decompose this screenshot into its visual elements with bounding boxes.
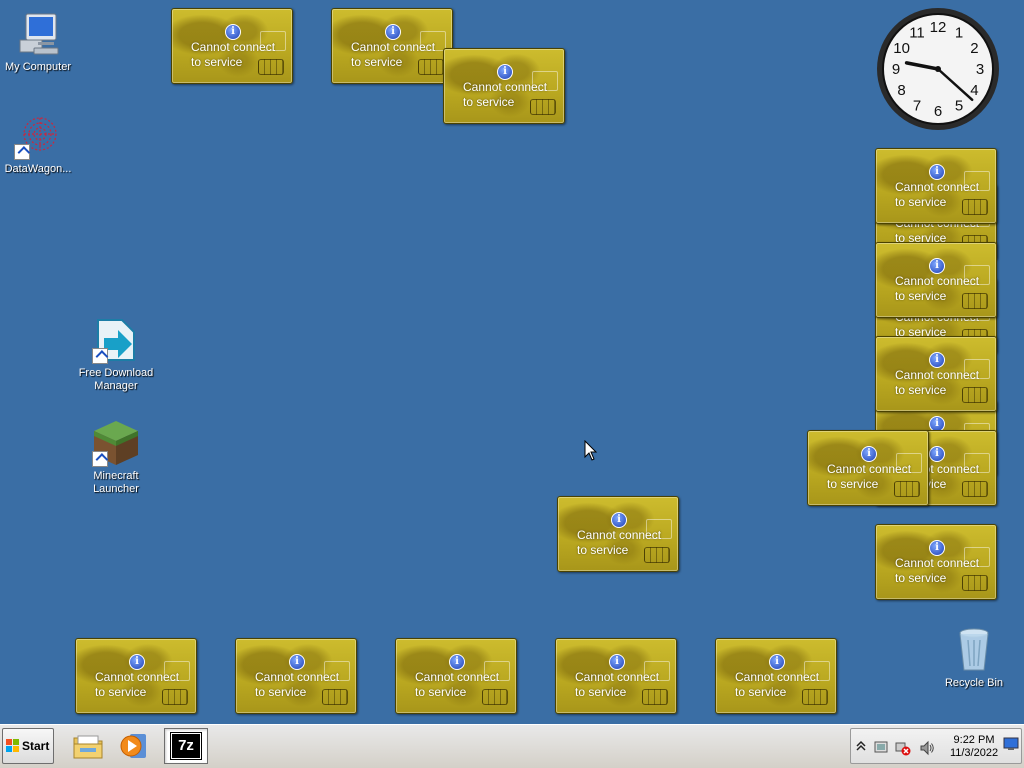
gadget-error-message: Cannot connectto service: [827, 462, 912, 491]
shortcut-arrow-icon: [14, 144, 30, 160]
gadget-tile[interactable]: i Cannot connectto service: [875, 336, 997, 412]
gadget-error-message: Cannot connectto service: [575, 670, 660, 699]
free-download-manager-desktop-icon[interactable]: Free Download Manager: [74, 316, 158, 393]
clock-numeral: 7: [913, 97, 921, 114]
windows-logo-icon: [6, 739, 20, 753]
network-disconnected-icon[interactable]: [895, 740, 911, 756]
taskbar-7zip-button[interactable]: 7z: [164, 728, 208, 764]
info-icon: i: [497, 64, 513, 80]
info-icon: i: [289, 654, 305, 670]
clock-numeral: 4: [970, 82, 978, 99]
gadget-error-message: Cannot connectto service: [95, 670, 180, 699]
gadget-tile[interactable]: i Cannot connectto service: [443, 48, 565, 124]
info-icon: i: [385, 24, 401, 40]
recycle-bin-label: Recycle Bin: [944, 677, 1004, 689]
gadget-tile[interactable]: i Cannot connectto service: [171, 8, 293, 84]
gadget-tile[interactable]: i Cannot connectto service: [875, 242, 997, 318]
clock-gadget[interactable]: 12 1 2 3 4 5 6 7 8 9 10 11: [876, 7, 1000, 131]
minecraft-launcher-label: Minecraft Launcher: [93, 470, 139, 495]
clock-numeral: 1: [955, 25, 963, 42]
info-icon: i: [225, 24, 241, 40]
gadget-error-message: Cannot connectto service: [895, 368, 980, 397]
clock-numeral: 11: [909, 25, 925, 42]
show-hidden-icons-chevron-icon[interactable]: [855, 738, 871, 754]
7zip-icon: 7z: [170, 732, 202, 760]
gadget-error-message: Cannot connectto service: [895, 180, 980, 209]
gadget-error-message: Cannot connectto service: [255, 670, 340, 699]
gadget-tile[interactable]: i Cannot connectto service: [75, 638, 197, 714]
gadget-error-message: Cannot connectto service: [735, 670, 820, 699]
info-icon: i: [611, 512, 627, 528]
gadget-tile[interactable]: i Cannot connectto service: [557, 496, 679, 572]
my-computer-desktop-icon[interactable]: My Computer: [0, 10, 80, 74]
gadget-error-message: Cannot connectto service: [351, 40, 436, 69]
gadget-tile[interactable]: i Cannot connectto service: [807, 430, 929, 506]
folder-libraries-icon: [73, 735, 103, 759]
recycle-bin-icon: [950, 626, 998, 674]
tray-time: 9:22 PM: [953, 734, 995, 746]
volume-speaker-icon[interactable]: [919, 740, 935, 756]
minecraft-grass-block-icon: [92, 419, 140, 467]
gadget-error-message: Cannot connectto service: [463, 80, 548, 109]
taskbar: Start 7z 9:22 PM 11/3/2022: [0, 724, 1024, 768]
gadget-tile[interactable]: i Cannot connectto service: [875, 524, 997, 600]
info-icon: i: [929, 258, 945, 274]
mouse-cursor-icon: [584, 440, 598, 461]
info-icon: i: [449, 654, 465, 670]
gadget-error-message: Cannot connectto service: [415, 670, 500, 699]
taskbar-clock[interactable]: 9:22 PM 11/3/2022: [941, 734, 1007, 760]
info-icon: i: [609, 654, 625, 670]
clock-numeral: 3: [976, 61, 984, 78]
clock-numeral: 2: [970, 40, 978, 57]
gadget-error-message: Cannot connectto service: [577, 528, 662, 557]
media-player-icon: [120, 734, 146, 758]
clock-numeral: 5: [955, 97, 963, 114]
gadget-tile[interactable]: i Cannot connectto service: [555, 638, 677, 714]
shortcut-arrow-icon: [92, 451, 108, 467]
gadget-tile[interactable]: i Cannot connectto service: [331, 8, 453, 84]
info-icon: i: [769, 654, 785, 670]
gadget-tile[interactable]: i Cannot connectto service: [395, 638, 517, 714]
free-download-manager-label: Free Download Manager: [78, 367, 154, 392]
gadget-tile[interactable]: i Cannot connectto service: [235, 638, 357, 714]
shortcut-arrow-icon: [92, 348, 108, 364]
gadget-tile[interactable]: i Cannot connectto service: [875, 148, 997, 224]
info-icon: i: [929, 164, 945, 180]
free-download-manager-icon: [92, 316, 140, 364]
tray-date: 11/3/2022: [949, 747, 999, 759]
minecraft-launcher-desktop-icon[interactable]: Minecraft Launcher: [74, 419, 158, 496]
start-button[interactable]: Start: [2, 728, 54, 764]
taskbar-media-player-button[interactable]: [112, 728, 156, 764]
clock-numeral: 6: [934, 103, 942, 120]
gadget-error-message: Cannot connectto service: [895, 274, 980, 303]
start-label: Start: [22, 739, 50, 753]
clock-numeral: 12: [930, 19, 947, 36]
gadget-error-message: Cannot connectto service: [191, 40, 276, 69]
info-icon: i: [129, 654, 145, 670]
info-icon: i: [861, 446, 877, 462]
gadget-tile[interactable]: i Cannot connectto service: [715, 638, 837, 714]
datawagon-icon: [14, 112, 62, 160]
computer-icon: [14, 10, 62, 58]
recycle-bin-desktop-icon[interactable]: Recycle Bin: [932, 626, 1016, 690]
info-icon: i: [929, 352, 945, 368]
clock-numeral: 10: [893, 40, 910, 57]
action-center-flag-icon[interactable]: [873, 740, 889, 756]
datawagon-label: DataWagon...: [4, 163, 72, 175]
system-tray: 9:22 PM 11/3/2022: [850, 728, 1022, 764]
desktop[interactable]: My Computer DataWagon... Free Download M…: [0, 0, 1024, 724]
clock-numeral: 9: [892, 61, 900, 78]
show-desktop-icon[interactable]: [1003, 737, 1019, 753]
datawagon-desktop-icon[interactable]: DataWagon...: [0, 112, 80, 176]
my-computer-label: My Computer: [4, 61, 72, 73]
taskbar-explorer-button[interactable]: [66, 728, 110, 764]
info-icon: i: [929, 540, 945, 556]
gadget-error-message: Cannot connectto service: [895, 556, 980, 585]
clock-face: 12 12 3 45678 9 1011: [877, 8, 999, 130]
info-icon: i: [929, 446, 945, 462]
clock-numeral: 8: [897, 82, 905, 99]
